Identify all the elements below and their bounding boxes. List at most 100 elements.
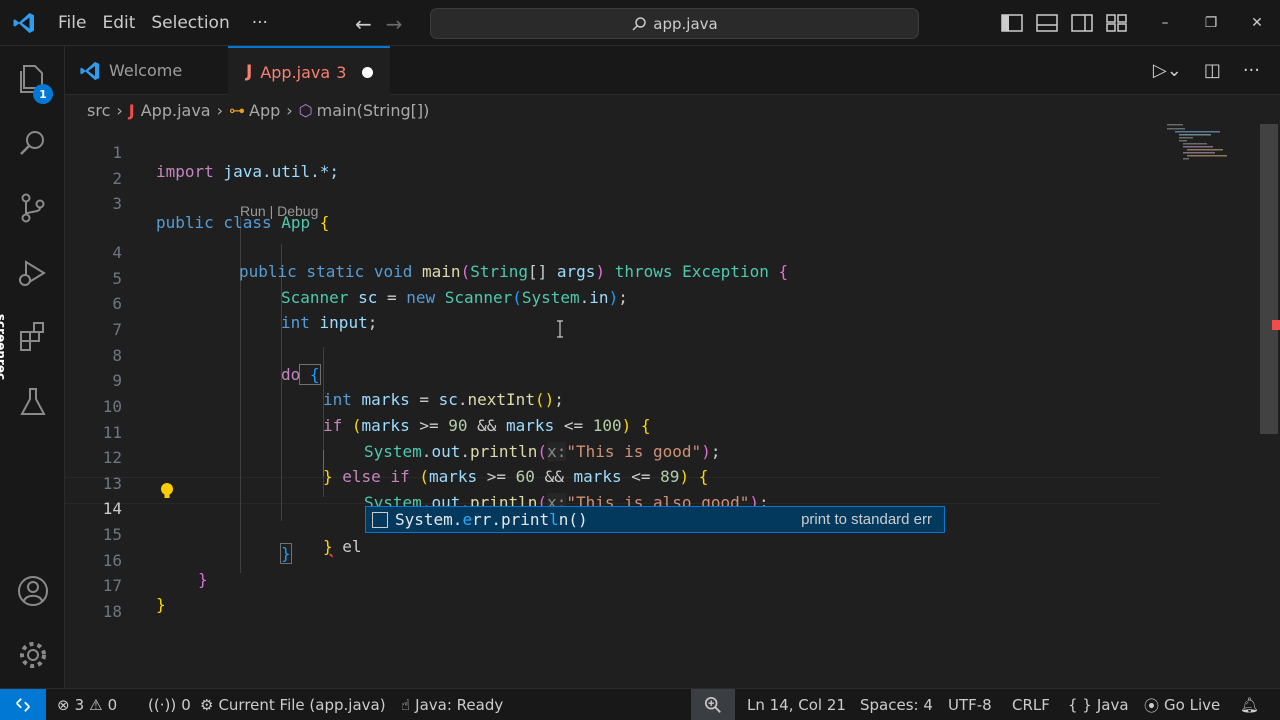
tab-app-java-label: App.java [260,62,331,82]
zoom-indicator[interactable] [691,689,735,720]
ports-indicator[interactable]: ((·)) 0 [148,689,191,720]
java-file-icon: J [128,100,135,120]
broadcast-icon: ((·)) [148,696,177,714]
command-center-search[interactable]: app.java [430,8,919,39]
activity-search[interactable] [0,118,65,168]
unsaved-dot-icon[interactable] [362,66,374,78]
code-line: 17 } [65,557,1165,614]
java-file-icon: J [246,62,253,82]
class-icon: ⊶ [229,100,245,120]
lightbulb-icon[interactable] [160,482,174,500]
end-of-line[interactable]: CRLF [1012,689,1050,720]
breadcrumb: src › J App.java › ⊶ App › ⬡ main(String… [65,96,1165,124]
more-actions-icon[interactable]: ··· [1243,60,1260,81]
menu-bar: File Edit Selection ··· [50,0,276,46]
braces-icon: { } [1068,696,1092,714]
menu-more[interactable]: ··· [252,13,268,33]
forward-arrow-icon[interactable]: → [386,12,403,36]
minimap[interactable] [1165,120,1260,180]
flask-icon [19,388,46,415]
vscode-logo-icon [80,61,100,80]
search-icon [19,131,44,155]
ports-count: 0 [181,696,191,714]
minimize-button[interactable]: – [1142,15,1188,31]
bell-icon: 🔔︎ [1240,696,1260,714]
encoding[interactable]: UTF-8 [948,689,992,720]
code-line: 1 import java.util.*; [65,124,1165,181]
code-line: 9 int marks = sc.nextInt(); [65,352,1165,409]
editor-actions: ▷⌄ ◫ ··· [1153,60,1260,81]
code-line: 16 } [65,532,1165,589]
breadcrumb-class[interactable]: App [249,101,280,120]
tab-app-java[interactable]: J App.java 3 [228,46,390,96]
breadcrumb-method[interactable]: main(String[]) [317,101,430,120]
activity-run-debug[interactable] [0,248,65,298]
chevron-right-icon: › [116,100,123,120]
run-debug-icon [18,260,46,286]
activity-explorer[interactable]: 1 [0,54,65,104]
toggle-panel-icon[interactable] [1036,14,1058,32]
remote-icon [16,698,30,712]
customize-layout-icon[interactable] [1106,14,1128,32]
error-count: 3 [74,696,85,714]
code-line: 8 do { [65,327,1165,385]
extensions-icon [19,322,44,351]
vertical-scrollbar[interactable] [1260,124,1278,434]
activity-manage[interactable] [0,630,65,680]
run-java-icon[interactable]: ▷⌄ [1153,60,1182,81]
current-file-indicator[interactable]: ⚙ Current File (app.java) [200,689,386,720]
broadcast-icon: ⦿ [1144,696,1160,715]
menu-file[interactable]: File [58,13,86,33]
breadcrumb-folder[interactable]: src [87,101,110,120]
suggestion-label: System.err.println() [395,510,588,529]
remote-indicator[interactable] [0,689,46,720]
activity-source-control[interactable] [0,183,65,233]
toggle-secondary-sidebar-icon[interactable] [1071,14,1093,32]
account-icon [17,576,48,606]
chevron-right-icon: › [216,100,223,120]
language-mode[interactable]: { } Java [1068,689,1129,720]
language-label: Java [1096,696,1129,714]
activity-accounts[interactable] [0,566,65,616]
line-number: 3 [112,194,122,213]
screenrec-watermark: screenrec [0,313,9,381]
gear-icon [19,642,46,668]
restore-button[interactable]: ❐ [1188,15,1234,31]
java-status[interactable]: ☝ Java: Ready [401,689,503,720]
indentation[interactable]: Spaces: 4 [860,689,933,720]
code-line: 11 System.out.println(x:"This is good"); [65,404,1165,461]
snippet-icon [372,511,388,528]
notifications-button[interactable]: 🔔︎ [1240,689,1259,720]
go-live-button[interactable]: ⦿ Go Live [1144,689,1220,720]
close-window-button[interactable]: ✕ [1234,15,1280,31]
thumbs-up-icon: ☝ [401,696,411,714]
suggestion-detail: print to standard err [801,511,932,528]
split-editor-icon[interactable]: ◫ [1204,60,1221,81]
code-line: 6 int input; [65,275,1165,332]
breadcrumb-file[interactable]: App.java [141,101,211,120]
code-line: 3 public class App { [65,175,1165,232]
menu-selection[interactable]: Selection [151,13,229,33]
tab-welcome[interactable]: Welcome [77,46,227,95]
debug-icon: ⚙ [200,696,214,714]
menu-edit[interactable]: Edit [102,13,135,33]
suggestion-item[interactable]: System.err.println() print to standard e… [365,506,945,533]
line-number: 18 [102,602,122,621]
status-bar: ⊗ 3 ⚠ 0 ((·)) 0 ⚙ Current File (app.java… [0,688,1280,720]
search-text: app.java [653,14,718,33]
code-line: 7 [65,301,1165,339]
problems-indicator[interactable]: ⊗ 3 ⚠ 0 [57,689,117,720]
error-marker [1272,320,1280,330]
code-line: 10 if (marks >= 90 && marks <= 100) { [65,378,1165,435]
source-control-icon [21,193,44,223]
java-status-label: Java: Ready [415,696,504,714]
warning-count: 0 [107,696,118,714]
code-editor[interactable]: 1 import java.util.*; 2 3 public class A… [65,124,1165,688]
toggle-primary-sidebar-icon[interactable] [1001,14,1023,32]
back-arrow-icon[interactable]: ← [355,12,372,36]
codelens-run-debug[interactable]: Run | Debug [240,203,318,219]
cursor-position[interactable]: Ln 14, Col 21 [747,689,846,720]
search-icon [632,16,647,31]
vscode-logo-icon [13,13,34,33]
code-line: 14 } el [65,480,1165,556]
